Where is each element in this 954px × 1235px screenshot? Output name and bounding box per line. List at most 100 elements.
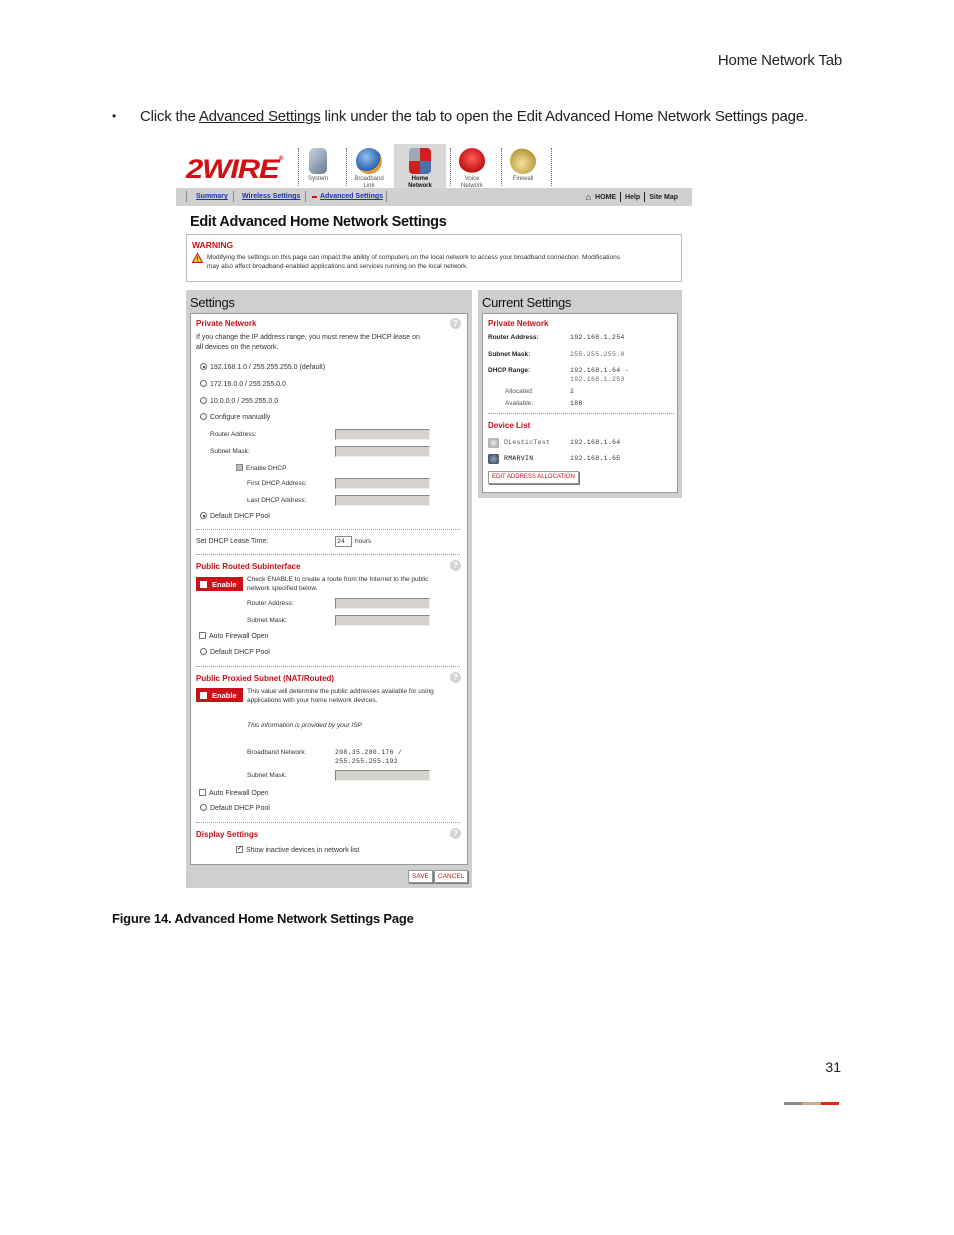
radio-button[interactable] [200, 397, 207, 404]
site-map-link[interactable]: Site Map [649, 194, 678, 201]
separator [620, 192, 622, 202]
ip-range-option-172[interactable]: 172.16.0.0 / 255.255.0.0 [200, 380, 286, 388]
tab-label: System [307, 176, 328, 182]
padlock-icon [510, 148, 536, 174]
help-link[interactable]: Help [625, 194, 640, 201]
current-private-heading: Private Network [488, 319, 549, 328]
routed-subnet-input[interactable] [335, 615, 430, 626]
router-address-input[interactable] [335, 429, 430, 440]
figure-caption: Figure 14. Advanced Home Network Setting… [112, 911, 414, 926]
divider [196, 554, 460, 555]
allocated-label: Allocated: [505, 388, 534, 395]
radio-button[interactable] [200, 648, 207, 655]
divider [196, 529, 460, 530]
lease-time-label: Set DHCP Lease Time: [196, 538, 269, 545]
home-icon: ⌂ [585, 192, 592, 202]
bullet-dot: • [112, 109, 117, 123]
separator [186, 191, 187, 202]
active-device-icon [488, 454, 499, 464]
tab-home-network[interactable]: Home Network [394, 144, 446, 189]
checkbox[interactable] [199, 632, 206, 639]
ip-range-option-default[interactable]: 192.168.1.0 / 255.255.255.0 (default) [200, 363, 325, 371]
private-network-note: If you change the IP address range, you … [196, 334, 420, 341]
routed-auto-firewall-checkbox[interactable]: Auto Firewall Open [199, 632, 269, 640]
lease-time-input[interactable]: 24 [335, 536, 352, 547]
enable-dhcp-checkbox[interactable]: Enable DHCP [236, 464, 286, 472]
home-network-icon [409, 148, 431, 174]
proxied-default-pool-option[interactable]: Default DHCP Pool [200, 804, 270, 812]
proxied-subnet-input[interactable] [335, 770, 430, 781]
routed-default-pool-option[interactable]: Default DHCP Pool [200, 648, 270, 656]
routed-description: network specified below. [247, 585, 318, 592]
tab-broadband-link[interactable]: Broadband Link [343, 144, 395, 189]
advanced-settings-doc-link[interactable]: Advanced Settings [199, 108, 321, 125]
help-icon[interactable]: ? [450, 672, 461, 683]
radio-button[interactable] [200, 413, 207, 420]
checkbox[interactable] [200, 580, 207, 588]
footer-bar-segment [802, 1102, 821, 1105]
help-icon[interactable]: ? [450, 560, 461, 571]
radio-button[interactable] [200, 804, 207, 811]
radio-button[interactable] [200, 363, 207, 370]
proxied-auto-firewall-checkbox[interactable]: Auto Firewall Open [199, 789, 269, 797]
radio-button[interactable] [200, 512, 207, 519]
subnet-mask-input[interactable] [335, 446, 430, 457]
divider [196, 666, 460, 667]
subnav-summary[interactable]: Summary [196, 193, 228, 200]
routed-router-input[interactable] [335, 598, 430, 609]
routed-enable-button[interactable]: Enable [196, 577, 243, 591]
edit-address-allocation-button[interactable]: EDIT ADDRESS ALLOCATION [488, 471, 579, 484]
available-label: Available: [505, 400, 534, 407]
divider [196, 822, 460, 823]
proxied-description: This value will determine the public add… [247, 688, 434, 695]
first-dhcp-input[interactable] [335, 478, 430, 489]
system-icon [309, 148, 327, 174]
proxied-enable-button[interactable]: Enable [196, 688, 243, 702]
isp-note: This information is provided by your ISP [247, 722, 362, 729]
current-dhcp-value: 192.168.1.64 - [570, 367, 629, 374]
warning-line: Modifying the settings on this page can … [207, 254, 620, 261]
tab-label: Broadband [354, 176, 384, 182]
checkbox[interactable] [200, 691, 207, 699]
2wire-logo: 2WIRE® [186, 154, 284, 184]
public-proxied-heading: Public Proxied Subnet (NAT/Routed) [196, 674, 335, 683]
checkbox[interactable] [199, 789, 206, 796]
private-network-note: all devices on the network. [196, 344, 279, 351]
checkbox[interactable] [236, 464, 243, 471]
device-name[interactable]: DLesticTest [504, 439, 550, 446]
tab-voice-network[interactable]: Voice Network [446, 144, 498, 189]
radio-button[interactable] [200, 380, 207, 387]
help-icon[interactable]: ? [450, 828, 461, 839]
settings-title: Settings [190, 295, 235, 310]
router-screenshot: 2WIRE® System Broadband Link Home Networ… [176, 144, 692, 890]
page-number: 31 [825, 1059, 841, 1075]
subnav-advanced-settings[interactable]: Advanced Settings [320, 193, 383, 200]
instruction-text: Click the Advanced Settings link under t… [140, 108, 808, 125]
footer-bar-segment [784, 1102, 802, 1105]
warning-line: may also affect broadband-enabled applic… [207, 263, 469, 270]
device-name[interactable]: RMARVIN [504, 455, 533, 462]
show-inactive-checkbox[interactable]: Show inactive devices in network list [236, 844, 359, 854]
help-icon[interactable]: ? [450, 318, 461, 329]
save-button[interactable]: SAVE [408, 870, 433, 883]
sub-navigation: Summary Wireless Settings Advanced Setti… [176, 188, 692, 206]
current-router-label: Router Address: [488, 334, 539, 341]
checkbox[interactable] [236, 844, 243, 853]
utility-links: ⌂ HOME Help Site Map [586, 192, 678, 202]
default-dhcp-pool-option[interactable]: Default DHCP Pool [200, 512, 270, 520]
tab-firewall[interactable]: Firewall [497, 144, 549, 188]
current-dhcp-value: 192.168.1.253 [570, 376, 625, 383]
home-link[interactable]: HOME [595, 194, 616, 201]
ip-range-option-10[interactable]: 10.0.0.0 / 255.255.0.0 [200, 397, 278, 405]
ip-range-option-manual[interactable]: Configure manually [200, 413, 270, 421]
proxied-description: applications with your home network devi… [247, 697, 378, 704]
top-nav-bar: 2WIRE® System Broadband Link Home Networ… [180, 144, 692, 189]
separator [233, 191, 234, 202]
last-dhcp-input[interactable] [335, 495, 430, 506]
warning-title: WARNING [192, 240, 234, 250]
tab-system[interactable]: System [292, 144, 344, 188]
phone-icon [459, 148, 485, 174]
instruction-bullet: • Click the Advanced Settings link under… [112, 108, 808, 125]
cancel-button[interactable]: CANCEL [434, 870, 469, 883]
subnav-wireless-settings[interactable]: Wireless Settings [242, 193, 300, 200]
